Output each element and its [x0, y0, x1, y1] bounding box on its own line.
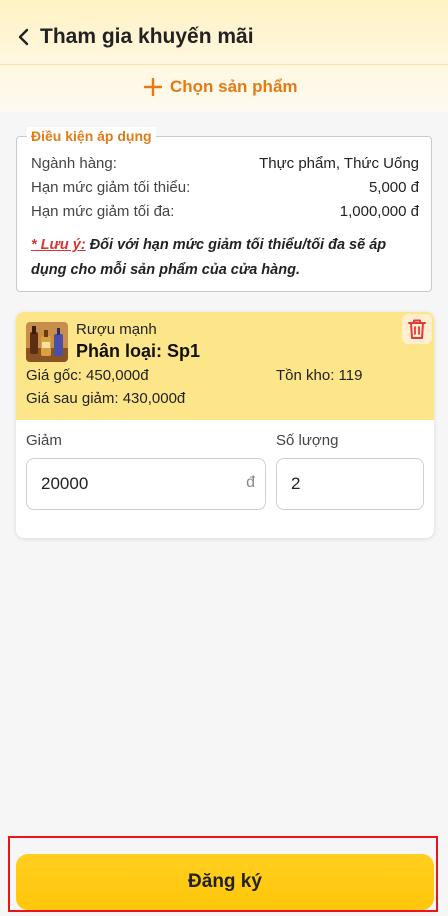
conditions-legend: Điều kiện áp dụng — [27, 127, 156, 145]
currency-suffix: đ — [246, 474, 255, 491]
delete-product-button[interactable] — [402, 314, 432, 344]
trash-icon — [408, 319, 426, 339]
note-label: * Lưu ý: — [31, 237, 86, 253]
conditions-note: * Lưu ý: Đối với hạn mức giảm tối thiểu/… — [31, 233, 421, 283]
condition-value: Thực phẩm, Thức Uống — [259, 155, 419, 172]
header-divider — [0, 64, 448, 65]
condition-value: 1,000,000 đ — [339, 203, 419, 220]
product-thumbnail — [26, 322, 68, 362]
discount-label: Giảm — [26, 432, 62, 449]
product-name: Rượu mạnh — [76, 321, 157, 338]
condition-value: 5,000 đ — [368, 179, 419, 196]
quantity-input[interactable]: 2 — [276, 458, 424, 510]
stock-count: Tồn kho: 119 — [276, 367, 363, 384]
condition-row-category: Ngành hàng: Thực phẩm, Thức Uống — [31, 155, 419, 172]
choose-product-button[interactable]: Chọn sản phẩm — [144, 72, 298, 102]
conditions-box: Điều kiện áp dụng Ngành hàng: Thực phẩm,… — [16, 127, 432, 292]
register-button[interactable]: Đăng ký — [16, 854, 434, 910]
back-button[interactable] — [12, 22, 40, 52]
condition-row-max: Hạn mức giảm tối đa: 1,000,000 đ — [31, 203, 419, 220]
discount-value: 20000 — [41, 474, 89, 493]
condition-row-min: Hạn mức giảm tối thiểu: 5,000 đ — [31, 179, 419, 196]
original-price: Giá gốc: 450,000đ — [26, 367, 149, 384]
quantity-value: 2 — [291, 474, 301, 493]
product-variant: Phân loại: Sp1 — [76, 341, 201, 361]
header: Tham gia khuyến mãi Chọn sản phẩm — [0, 0, 448, 112]
chevron-left-icon — [18, 28, 29, 46]
condition-label: Hạn mức giảm tối thiểu: — [31, 179, 191, 196]
choose-product-label: Chọn sản phẩm — [170, 77, 298, 96]
page-title: Tham gia khuyến mãi — [40, 25, 254, 48]
condition-label: Hạn mức giảm tối đa: — [31, 203, 175, 220]
quantity-label: Số lượng — [276, 432, 339, 449]
plus-icon — [144, 78, 162, 96]
product-card: Rượu mạnh Phân loại: Sp1 Giá gốc: 450,00… — [16, 312, 434, 538]
discounted-price: Giá sau giảm: 430,000đ — [26, 390, 186, 407]
discount-input[interactable]: 20000 đ — [26, 458, 266, 510]
product-summary: Rượu mạnh Phân loại: Sp1 Giá gốc: 450,00… — [16, 312, 434, 420]
product-image — [26, 322, 68, 362]
condition-label: Ngành hàng: — [31, 155, 117, 172]
